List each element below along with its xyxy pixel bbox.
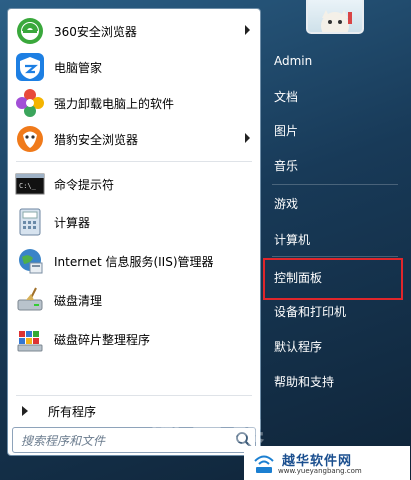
program-item-liebao-browser[interactable]: 猎豹安全浏览器 <box>12 122 256 156</box>
program-label: 磁盘清理 <box>54 293 103 308</box>
submenu-arrow-icon[interactable] <box>245 25 250 35</box>
divider <box>272 184 398 185</box>
site-watermark: 越华软件网 www.yueyangbang.com <box>244 446 410 480</box>
divider <box>16 395 252 396</box>
program-item-360-browser[interactable]: 360安全浏览器 <box>12 14 256 48</box>
right-item-computer[interactable]: 计算机 <box>267 224 405 254</box>
program-item-command-prompt[interactable]: C:\_ 命令提示符 <box>12 167 256 201</box>
svg-text:C:\_: C:\_ <box>19 182 37 190</box>
liebao-browser-icon <box>14 123 46 155</box>
iis-manager-icon <box>14 245 46 277</box>
right-item-music[interactable]: 音乐 <box>267 150 405 180</box>
all-programs-label: 所有程序 <box>48 404 97 419</box>
calculator-icon <box>14 206 46 238</box>
program-item-uninstaller[interactable]: 强力卸载电脑上的软件 <box>12 86 256 120</box>
program-list-pane: 360安全浏览器 电脑管家 强力卸载电脑上的软件 猎豹安全浏览器 C:\_ 命令… <box>7 8 261 456</box>
disk-cleanup-icon <box>14 284 46 316</box>
right-item-help-support[interactable]: 帮助和支持 <box>267 366 405 396</box>
right-item-admin[interactable]: Admin <box>267 46 405 76</box>
program-item-pc-manager[interactable]: 电脑管家 <box>12 50 256 84</box>
program-label: 强力卸载电脑上的软件 <box>54 96 175 111</box>
disk-defrag-icon <box>14 323 46 355</box>
submenu-arrow-icon[interactable] <box>245 133 250 143</box>
user-avatar[interactable] <box>306 0 364 34</box>
expand-arrow-icon <box>22 406 28 416</box>
program-label: 猎豹安全浏览器 <box>54 132 139 147</box>
command-prompt-icon: C:\_ <box>14 168 46 200</box>
360-browser-icon <box>14 15 46 47</box>
program-label: Internet 信息服务(IIS)管理器 <box>54 254 214 269</box>
program-item-calculator[interactable]: 计算器 <box>12 205 256 239</box>
program-label: 磁盘碎片整理程序 <box>54 332 151 347</box>
program-item-disk-defrag[interactable]: 磁盘碎片整理程序 <box>12 322 256 356</box>
right-item-pictures[interactable]: 图片 <box>267 115 405 145</box>
uninstaller-icon <box>14 87 46 119</box>
divider <box>272 256 398 257</box>
watermark-url: www.yueyangbang.com <box>278 467 362 475</box>
program-label: 计算器 <box>54 215 91 230</box>
program-label: 360安全浏览器 <box>54 24 137 39</box>
program-label: 命令提示符 <box>54 177 115 192</box>
program-label: 电脑管家 <box>54 60 103 75</box>
right-item-documents[interactable]: 文档 <box>267 81 405 111</box>
control-panel-highlight-box <box>263 258 403 300</box>
program-item-disk-cleanup[interactable]: 磁盘清理 <box>12 283 256 317</box>
right-item-default-programs[interactable]: 默认程序 <box>267 331 405 361</box>
right-item-games[interactable]: 游戏 <box>267 188 405 218</box>
tencent-pc-manager-icon <box>14 51 46 83</box>
program-item-iis-manager[interactable]: Internet 信息服务(IIS)管理器 <box>12 244 256 278</box>
right-item-devices-printers[interactable]: 设备和打印机 <box>267 296 405 326</box>
router-logo-icon <box>254 455 274 473</box>
divider <box>16 161 252 162</box>
